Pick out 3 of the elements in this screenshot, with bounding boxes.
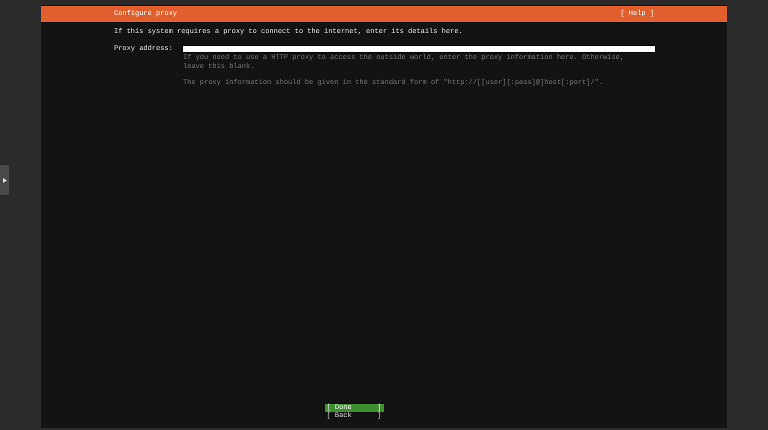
side-panel-handle[interactable]	[0, 165, 9, 195]
play-icon	[2, 178, 6, 182]
proxy-address-field[interactable]	[183, 46, 655, 52]
